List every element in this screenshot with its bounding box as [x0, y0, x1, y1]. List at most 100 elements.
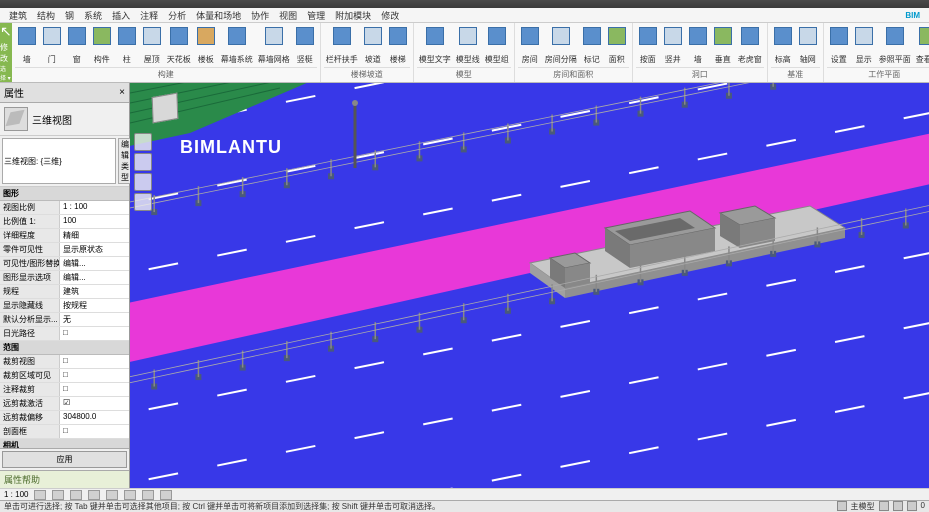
ribbon-幕墙网格-button[interactable]: 幕墙网格 — [256, 25, 292, 67]
menu-item[interactable]: 注释 — [135, 9, 163, 22]
ribbon-老虎窗-button[interactable]: 老虎窗 — [736, 25, 764, 67]
ribbon-标高-button[interactable]: 标高 — [771, 25, 795, 67]
menu-item[interactable]: 视图 — [274, 9, 302, 22]
ribbon-轴网-button[interactable]: 轴网 — [796, 25, 820, 67]
menu-item[interactable]: 协作 — [246, 9, 274, 22]
ribbon-竖井-button[interactable]: 竖井 — [661, 25, 685, 67]
property-row[interactable]: 零件可见性显示原状态 — [0, 243, 129, 257]
orbit-icon[interactable] — [134, 193, 152, 211]
ribbon-栏杆扶手-button[interactable]: 栏杆扶手 — [324, 25, 360, 67]
ribbon-楼梯-button[interactable]: 楼梯 — [386, 25, 410, 67]
ribbon-门-button[interactable]: 门 — [40, 25, 64, 67]
apply-button[interactable]: 应用 — [2, 451, 127, 468]
menu-item[interactable]: 结构 — [32, 9, 60, 22]
reveal-hidden-icon[interactable] — [160, 490, 172, 500]
select-links-icon[interactable] — [879, 501, 889, 511]
menu-item[interactable]: 建筑 — [4, 9, 32, 22]
nav-wheel-icon[interactable] — [134, 133, 152, 151]
sun-path-icon[interactable] — [70, 490, 82, 500]
select-pinned-icon[interactable] — [893, 501, 903, 511]
property-row[interactable]: 图形显示选项编辑... — [0, 271, 129, 285]
property-row[interactable]: 日光路径□ — [0, 327, 129, 341]
tool-icon — [583, 27, 601, 45]
property-row[interactable]: 裁剪视图□ — [0, 355, 129, 369]
menu-item[interactable]: 系统 — [79, 9, 107, 22]
property-row[interactable]: 远剪裁偏移304800.0 — [0, 411, 129, 425]
property-row[interactable]: 详细程度精细 — [0, 229, 129, 243]
filter-icon[interactable] — [907, 501, 917, 511]
pan-icon[interactable] — [134, 153, 152, 171]
property-row[interactable]: 注释裁剪□ — [0, 383, 129, 397]
tool-icon — [333, 27, 351, 45]
ribbon-模型文字-button[interactable]: 模型文字 — [417, 25, 453, 67]
properties-header: 属性 × — [0, 83, 129, 103]
view-cube[interactable] — [146, 89, 186, 129]
ribbon-墙-button[interactable]: 墙 — [15, 25, 39, 67]
hide-isolate-icon[interactable] — [142, 490, 154, 500]
shadows-icon[interactable] — [88, 490, 100, 500]
ribbon-按面-button[interactable]: 按面 — [636, 25, 660, 67]
visual-style-icon[interactable] — [52, 490, 64, 500]
property-row[interactable]: 裁剪区域可见□ — [0, 369, 129, 383]
menu-item[interactable]: 体量和场地 — [191, 9, 246, 22]
selection-count: 0 — [921, 501, 925, 512]
tool-icon — [143, 27, 161, 45]
ribbon-面积-button[interactable]: 面积 — [605, 25, 629, 67]
type-selector[interactable]: 三维视图 — [0, 103, 129, 136]
ribbon-房间-button[interactable]: 房间 — [518, 25, 542, 67]
tool-icon — [919, 27, 929, 45]
ribbon-坡道-button[interactable]: 坡道 — [361, 25, 385, 67]
ribbon-参照平面-button[interactable]: 参照平面 — [877, 25, 913, 67]
menu-item[interactable]: 修改 — [376, 9, 404, 22]
view-scale[interactable]: 1 : 100 — [4, 490, 28, 499]
ribbon-楼板-button[interactable]: 楼板 — [194, 25, 218, 67]
instance-selector[interactable] — [2, 138, 116, 184]
ribbon-模型组-button[interactable]: 模型组 — [483, 25, 511, 67]
ribbon-竖梃-button[interactable]: 竖梃 — [293, 25, 317, 67]
property-row[interactable]: 比例值 1:100 — [0, 215, 129, 229]
property-category[interactable]: 相机 — [0, 439, 129, 448]
ribbon-幕墙系统-button[interactable]: 幕墙系统 — [219, 25, 255, 67]
ribbon-模型线-button[interactable]: 模型线 — [454, 25, 482, 67]
ribbon-窗-button[interactable]: 窗 — [65, 25, 89, 67]
ribbon-group-title: 房间和面积 — [518, 67, 629, 80]
menu-item[interactable]: 附加模块 — [330, 9, 376, 22]
ribbon-标记-button[interactable]: 标记 — [580, 25, 604, 67]
ribbon-查看器-button[interactable]: 查看器 — [914, 25, 929, 67]
ribbon-屋顶-button[interactable]: 屋顶 — [140, 25, 164, 67]
property-row[interactable]: 规程建筑 — [0, 285, 129, 299]
3d-viewport[interactable]: BIMLANTU — [130, 83, 929, 488]
ribbon-房间分隔-button[interactable]: 房间分隔 — [543, 25, 579, 67]
property-row[interactable]: 视图比例1 : 100 — [0, 201, 129, 215]
property-category[interactable]: 范围 — [0, 341, 129, 355]
rendering-icon[interactable] — [106, 490, 118, 500]
property-row[interactable]: 可见性/图形替换编辑... — [0, 257, 129, 271]
ribbon-显示-button[interactable]: 显示 — [852, 25, 876, 67]
property-category[interactable]: 图形 — [0, 187, 129, 201]
ribbon-天花板-button[interactable]: 天花板 — [165, 25, 193, 67]
menu-item[interactable]: 插入 — [107, 9, 135, 22]
tool-icon — [521, 27, 539, 45]
menu-item[interactable]: 钢 — [60, 9, 79, 22]
menu-item[interactable]: 管理 — [302, 9, 330, 22]
zoom-icon[interactable] — [134, 173, 152, 191]
detail-level-icon[interactable] — [34, 490, 46, 500]
tool-icon — [714, 27, 732, 45]
ribbon-垂直-button[interactable]: 垂直 — [711, 25, 735, 67]
crop-icon[interactable] — [124, 490, 136, 500]
ribbon-墙-button[interactable]: 墙 — [686, 25, 710, 67]
menu-item[interactable]: 分析 — [163, 9, 191, 22]
ribbon-柱-button[interactable]: 柱 — [115, 25, 139, 67]
ribbon-设置-button[interactable]: 设置 — [827, 25, 851, 67]
modify-tab[interactable]: ↖ 修改 选择 ▾ — [0, 23, 12, 82]
properties-help-link[interactable]: 属性帮助 — [0, 470, 129, 488]
property-row[interactable]: 显示隐藏线按规程 — [0, 299, 129, 313]
workset-icon[interactable] — [837, 501, 847, 511]
property-row[interactable]: 默认分析显示...无 — [0, 313, 129, 327]
ribbon-构件-button[interactable]: 构件 — [90, 25, 114, 67]
property-row[interactable]: 远剪裁激活☑ — [0, 397, 129, 411]
tool-icon — [608, 27, 626, 45]
property-row[interactable]: 剖面框□ — [0, 425, 129, 439]
tool-icon — [68, 27, 86, 45]
close-icon[interactable]: × — [119, 87, 125, 98]
